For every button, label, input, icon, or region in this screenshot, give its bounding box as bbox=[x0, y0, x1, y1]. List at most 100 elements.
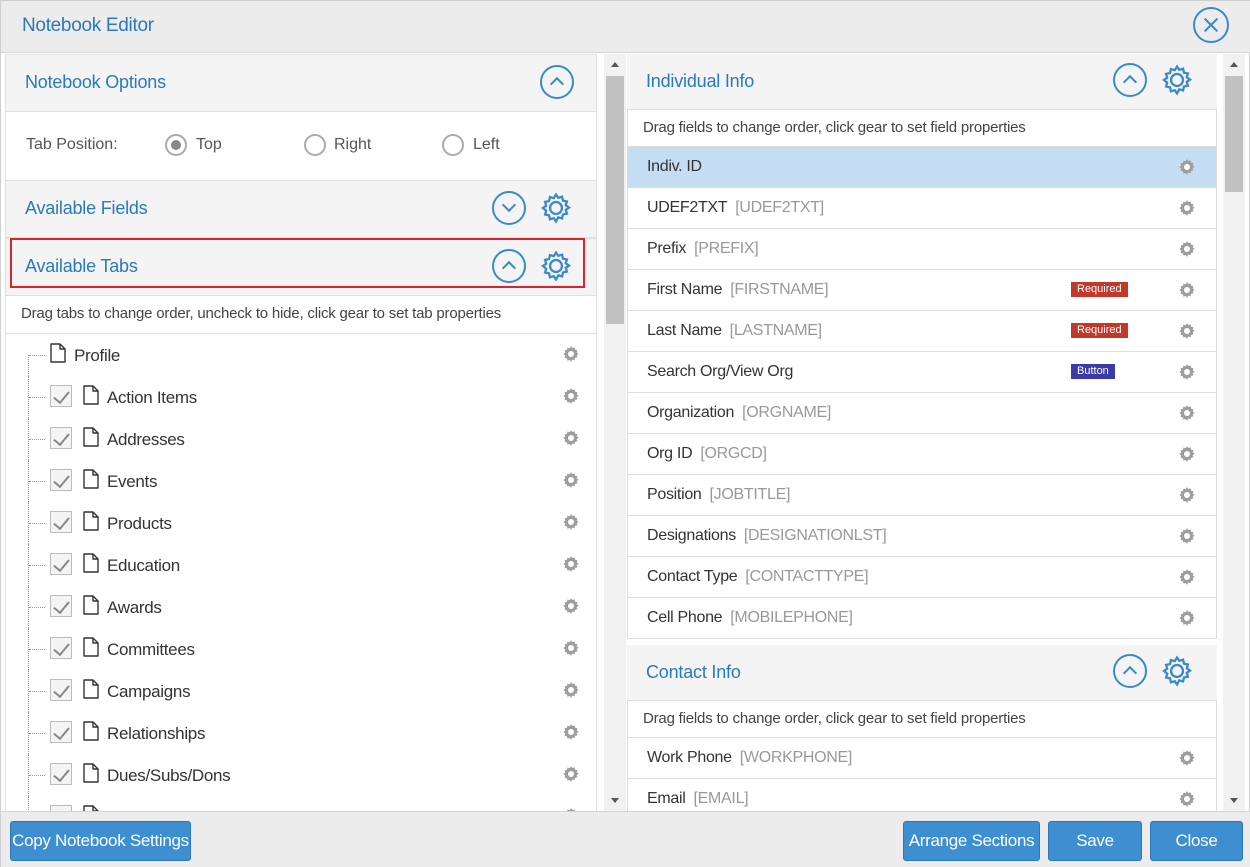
field-row[interactable]: Email [EMAIL] bbox=[627, 779, 1217, 811]
contact-fields-list: Work Phone [WORKPHONE] Email [EMAIL] bbox=[627, 738, 1217, 811]
tree-item[interactable]: Awards bbox=[6, 586, 596, 628]
gear-icon[interactable] bbox=[1177, 444, 1197, 464]
field-row[interactable]: First Name [FIRSTNAME] Required bbox=[627, 270, 1217, 311]
tab-visible-checkbox[interactable] bbox=[50, 637, 72, 659]
field-row[interactable]: Work Phone [WORKPHONE] bbox=[627, 738, 1217, 779]
gear-icon[interactable] bbox=[1177, 789, 1197, 809]
radio-left-label: Left bbox=[473, 136, 500, 153]
gear-icon[interactable] bbox=[1177, 321, 1197, 341]
field-row[interactable]: Indiv. ID bbox=[627, 147, 1217, 188]
window-title: Notebook Editor bbox=[22, 15, 154, 36]
tree-item[interactable]: Action Items bbox=[6, 376, 596, 418]
gear-icon[interactable] bbox=[1177, 157, 1197, 177]
tree-item[interactable]: Relationships bbox=[6, 712, 596, 754]
field-code: [WORKPHONE] bbox=[739, 749, 853, 766]
gear-icon[interactable] bbox=[1177, 403, 1197, 423]
gear-icon[interactable] bbox=[561, 554, 581, 574]
gear-icon[interactable] bbox=[1177, 280, 1197, 300]
gear-icon[interactable] bbox=[1160, 63, 1194, 97]
field-row[interactable]: Contact Type [CONTACTTYPE] bbox=[627, 557, 1217, 598]
tree-item[interactable]: Committees bbox=[6, 628, 596, 670]
contact-info-header[interactable]: Contact Info bbox=[627, 645, 1217, 700]
tabs-hint: Drag tabs to change order, uncheck to hi… bbox=[5, 296, 597, 334]
available-fields-header[interactable]: Available Fields bbox=[5, 180, 597, 238]
radio-right[interactable] bbox=[304, 134, 326, 156]
document-icon bbox=[83, 553, 99, 573]
left-scrollbar[interactable] bbox=[604, 54, 626, 811]
gear-icon[interactable] bbox=[539, 191, 573, 225]
field-row[interactable]: Position [JOBTITLE] bbox=[627, 475, 1217, 516]
field-row[interactable]: Last Name [LASTNAME] Required bbox=[627, 311, 1217, 352]
tree-root-profile[interactable]: Profile bbox=[6, 334, 596, 376]
gear-icon[interactable] bbox=[561, 428, 581, 448]
expand-icon[interactable] bbox=[492, 191, 526, 225]
arrange-sections-button[interactable]: Arrange Sections bbox=[903, 821, 1040, 861]
individual-info-header[interactable]: Individual Info bbox=[627, 54, 1217, 109]
tab-visible-checkbox[interactable] bbox=[50, 427, 72, 449]
close-button[interactable]: Close bbox=[1150, 821, 1243, 861]
gear-icon[interactable] bbox=[1177, 239, 1197, 259]
gear-icon[interactable] bbox=[539, 249, 573, 283]
tab-visible-checkbox[interactable] bbox=[50, 511, 72, 533]
gear-icon[interactable] bbox=[561, 722, 581, 742]
gear-icon[interactable] bbox=[1177, 748, 1197, 768]
tree-item[interactable]: Products bbox=[6, 502, 596, 544]
collapse-icon[interactable] bbox=[1113, 63, 1147, 97]
tab-visible-checkbox[interactable] bbox=[50, 469, 72, 491]
right-scrollbar[interactable] bbox=[1223, 54, 1245, 811]
radio-top[interactable] bbox=[165, 134, 187, 156]
gear-icon[interactable] bbox=[561, 680, 581, 700]
tree-item[interactable]: Dues/Subs/Dons bbox=[6, 754, 596, 796]
field-row[interactable]: Search Org/View Org Button bbox=[627, 352, 1217, 393]
field-row[interactable]: UDEF2TXT [UDEF2TXT] bbox=[627, 188, 1217, 229]
collapse-icon[interactable] bbox=[1113, 654, 1147, 688]
field-row[interactable]: Organization [ORGNAME] bbox=[627, 393, 1217, 434]
available-tabs-header[interactable]: Available Tabs bbox=[5, 238, 597, 296]
gear-icon[interactable] bbox=[1177, 608, 1197, 628]
field-name: UDEF2TXT [UDEF2TXT] bbox=[647, 199, 824, 216]
gear-icon[interactable] bbox=[1177, 198, 1197, 218]
document-icon bbox=[83, 721, 99, 741]
tab-visible-checkbox[interactable] bbox=[50, 595, 72, 617]
field-code: [JOBTITLE] bbox=[709, 486, 791, 503]
gear-icon[interactable] bbox=[1177, 567, 1197, 587]
tree-item[interactable]: Addresses bbox=[6, 418, 596, 460]
field-name: Work Phone [WORKPHONE] bbox=[647, 749, 853, 766]
save-button[interactable]: Save bbox=[1048, 821, 1142, 861]
gear-icon[interactable] bbox=[561, 638, 581, 658]
copy-notebook-settings-button[interactable]: Copy Notebook Settings bbox=[10, 821, 191, 861]
tab-visible-checkbox[interactable] bbox=[50, 385, 72, 407]
field-row[interactable]: Designations [DESIGNATIONLST] bbox=[627, 516, 1217, 557]
tab-visible-checkbox[interactable] bbox=[50, 721, 72, 743]
tab-visible-checkbox[interactable] bbox=[50, 679, 72, 701]
collapse-icon[interactable] bbox=[540, 65, 574, 99]
gear-icon[interactable] bbox=[561, 764, 581, 784]
gear-icon[interactable] bbox=[561, 470, 581, 490]
tree-item[interactable]: Documents bbox=[6, 796, 596, 811]
gear-icon[interactable] bbox=[1160, 654, 1194, 688]
gear-icon[interactable] bbox=[1177, 526, 1197, 546]
field-row[interactable]: Cell Phone [MOBILEPHONE] bbox=[627, 598, 1217, 639]
radio-left[interactable] bbox=[442, 134, 464, 156]
field-row[interactable]: Prefix [PREFIX] bbox=[627, 229, 1217, 270]
collapse-icon[interactable] bbox=[492, 249, 526, 283]
tree-item[interactable]: Events bbox=[6, 460, 596, 502]
field-name: Search Org/View Org bbox=[647, 363, 794, 380]
gear-icon[interactable] bbox=[561, 512, 581, 532]
gear-icon[interactable] bbox=[561, 596, 581, 616]
gear-icon[interactable] bbox=[561, 386, 581, 406]
right-panel: Individual Info Drag fields to change or… bbox=[627, 54, 1217, 811]
tab-visible-checkbox[interactable] bbox=[50, 553, 72, 575]
tree-label: Events bbox=[107, 472, 158, 491]
gear-icon[interactable] bbox=[1177, 362, 1197, 382]
radio-right-label: Right bbox=[334, 136, 372, 153]
gear-icon[interactable] bbox=[561, 344, 581, 364]
button-badge: Button bbox=[1071, 364, 1115, 379]
tab-visible-checkbox[interactable] bbox=[50, 763, 72, 785]
close-dialog-icon[interactable] bbox=[1193, 7, 1229, 43]
notebook-options-header[interactable]: Notebook Options bbox=[5, 54, 597, 112]
gear-icon[interactable] bbox=[1177, 485, 1197, 505]
tree-item[interactable]: Education bbox=[6, 544, 596, 586]
tree-item[interactable]: Campaigns bbox=[6, 670, 596, 712]
field-row[interactable]: Org ID [ORGCD] bbox=[627, 434, 1217, 475]
